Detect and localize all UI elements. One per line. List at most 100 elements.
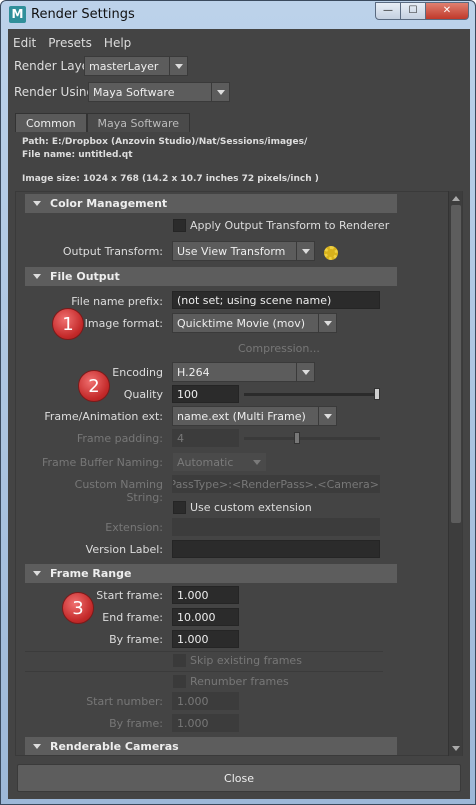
- by-frame-label: By frame:: [109, 633, 163, 646]
- divider: [25, 651, 383, 652]
- chevron-down-icon: [296, 242, 314, 260]
- start-number-field[interactable]: 1.000: [172, 692, 239, 710]
- render-settings-window: M Render Settings — ☐ ✕ Edit Presets Hel…: [0, 0, 476, 805]
- render-layer-value: masterLayer: [89, 60, 159, 73]
- file-name-info: File name: untitled.qt: [22, 150, 133, 160]
- vertical-scrollbar[interactable]: [448, 191, 462, 756]
- close-button[interactable]: Close: [17, 764, 461, 792]
- scroll-up-icon[interactable]: [452, 196, 460, 201]
- collapse-triangle-icon: [33, 571, 41, 576]
- frame-padding-slider[interactable]: [244, 437, 380, 440]
- use-custom-extension-label: Use custom extension: [190, 501, 312, 514]
- close-window-button[interactable]: ✕: [425, 2, 469, 20]
- by-frame-2-field[interactable]: 1.000: [172, 714, 239, 732]
- chevron-down-icon: [211, 83, 229, 101]
- chevron-down-icon: [248, 453, 266, 471]
- custom-naming-string-label: Custom Naming String:: [74, 478, 163, 504]
- output-transform-value: Use View Transform: [177, 245, 286, 258]
- image-format-dropdown[interactable]: Quicktime Movie (mov): [172, 313, 337, 333]
- path-info: Path: E:/Dropbox (Anzovin Studio)/Nat/Se…: [22, 137, 308, 147]
- menu-bar: Edit Presets Help: [8, 33, 137, 53]
- quality-field[interactable]: 100: [172, 385, 239, 403]
- extension-field[interactable]: [172, 518, 380, 536]
- frame-animation-ext-dropdown[interactable]: name.ext (Multi Frame): [172, 406, 337, 426]
- section-color-management[interactable]: Color Management: [25, 194, 397, 213]
- output-transform-dropdown[interactable]: Use View Transform: [172, 241, 315, 261]
- frame-padding-slider-handle[interactable]: [294, 432, 300, 444]
- collapse-triangle-icon: [33, 274, 41, 279]
- maximize-button[interactable]: ☐: [400, 2, 426, 20]
- file-name-prefix-field[interactable]: (not set; using scene name): [172, 291, 380, 309]
- render-using-dropdown[interactable]: Maya Software: [88, 82, 230, 102]
- apply-output-transform-checkbox[interactable]: [173, 219, 186, 232]
- section-file-output[interactable]: File Output: [25, 267, 397, 286]
- menu-presets[interactable]: Presets: [42, 33, 98, 53]
- frame-padding-label: Frame padding:: [76, 432, 163, 445]
- skip-existing-frames-label: Skip existing frames: [190, 654, 302, 667]
- callout-3: 3: [62, 592, 94, 624]
- render-using-label: Render Using: [14, 85, 95, 99]
- compression-button[interactable]: Compression...: [238, 342, 320, 355]
- frame-padding-field[interactable]: 4: [172, 429, 239, 447]
- end-frame-field[interactable]: 10.000: [172, 608, 239, 626]
- skip-existing-frames-checkbox[interactable]: [173, 654, 186, 667]
- image-format-value: Quicktime Movie (mov): [177, 317, 306, 330]
- by-frame-field[interactable]: 1.000: [172, 630, 239, 648]
- settings-panel: Color Management Apply Output Transform …: [15, 191, 463, 756]
- start-frame-field[interactable]: 1.000: [172, 586, 239, 604]
- frame-buffer-naming-label: Frame Buffer Naming:: [41, 456, 163, 469]
- output-transform-label: Output Transform:: [62, 245, 163, 258]
- tab-maya-software[interactable]: Maya Software: [86, 113, 191, 132]
- custom-naming-string-field[interactable]: <RenderLayer>/<RenderPassType>:<RenderPa…: [172, 475, 380, 493]
- quality-slider[interactable]: [244, 393, 380, 396]
- scroll-down-icon[interactable]: [452, 746, 460, 751]
- frame-buffer-naming-value: Automatic: [177, 456, 234, 469]
- minimize-button[interactable]: —: [375, 2, 401, 20]
- quality-slider-handle[interactable]: [374, 388, 380, 400]
- start-frame-label: Start frame:: [96, 589, 163, 602]
- file-name-prefix-label: File name prefix:: [71, 295, 163, 308]
- by-frame-2-label: By frame:: [109, 717, 163, 730]
- callout-1: 1: [52, 308, 84, 340]
- extension-label: Extension:: [105, 521, 163, 534]
- render-layer-dropdown[interactable]: masterLayer: [84, 56, 188, 76]
- chevron-down-icon: [169, 57, 187, 75]
- frame-animation-ext-value: name.ext (Multi Frame): [177, 410, 306, 423]
- apply-output-transform-label: Apply Output Transform to Renderer: [190, 219, 390, 232]
- divider: [25, 671, 383, 672]
- section-renderable-cameras[interactable]: Renderable Cameras: [25, 737, 397, 755]
- frame-buffer-naming-dropdown[interactable]: Automatic: [172, 452, 267, 472]
- callout-2: 2: [78, 370, 110, 402]
- render-using-value: Maya Software: [93, 86, 175, 99]
- renumber-frames-checkbox[interactable]: [173, 675, 186, 688]
- tab-common[interactable]: Common: [15, 113, 87, 132]
- menu-edit[interactable]: Edit: [8, 33, 42, 53]
- section-frame-range[interactable]: Frame Range: [25, 564, 397, 583]
- gear-icon[interactable]: [324, 246, 338, 260]
- start-number-label: Start number:: [86, 695, 163, 708]
- section-title: Frame Range: [50, 567, 132, 580]
- menu-help[interactable]: Help: [98, 33, 137, 53]
- use-custom-extension-checkbox[interactable]: [173, 501, 186, 514]
- scrollbar-thumb[interactable]: [451, 205, 461, 523]
- version-label-field[interactable]: [172, 540, 380, 558]
- encoding-dropdown[interactable]: H.264: [172, 362, 315, 382]
- title-bar[interactable]: M Render Settings — ☐ ✕: [1, 1, 475, 29]
- chevron-down-icon: [318, 314, 336, 332]
- render-layer-label: Render Layer: [14, 59, 94, 73]
- section-title: File Output: [50, 270, 120, 283]
- collapse-triangle-icon: [33, 744, 41, 749]
- window-title: Render Settings: [31, 7, 135, 22]
- image-size-info: Image size: 1024 x 768 (14.2 x 10.7 inch…: [22, 174, 319, 184]
- section-title: Renderable Cameras: [50, 740, 179, 753]
- tab-bar: Common Maya Software: [15, 113, 191, 132]
- collapse-triangle-icon: [33, 201, 41, 206]
- renumber-frames-label: Renumber frames: [190, 675, 289, 688]
- version-label-label: Version Label:: [85, 543, 163, 556]
- maya-app-icon: M: [9, 6, 26, 23]
- end-frame-label: End frame:: [102, 611, 163, 624]
- chevron-down-icon: [296, 363, 314, 381]
- frame-animation-ext-label: Frame/Animation ext:: [44, 410, 163, 423]
- encoding-value: H.264: [177, 366, 210, 379]
- section-title: Color Management: [50, 197, 168, 210]
